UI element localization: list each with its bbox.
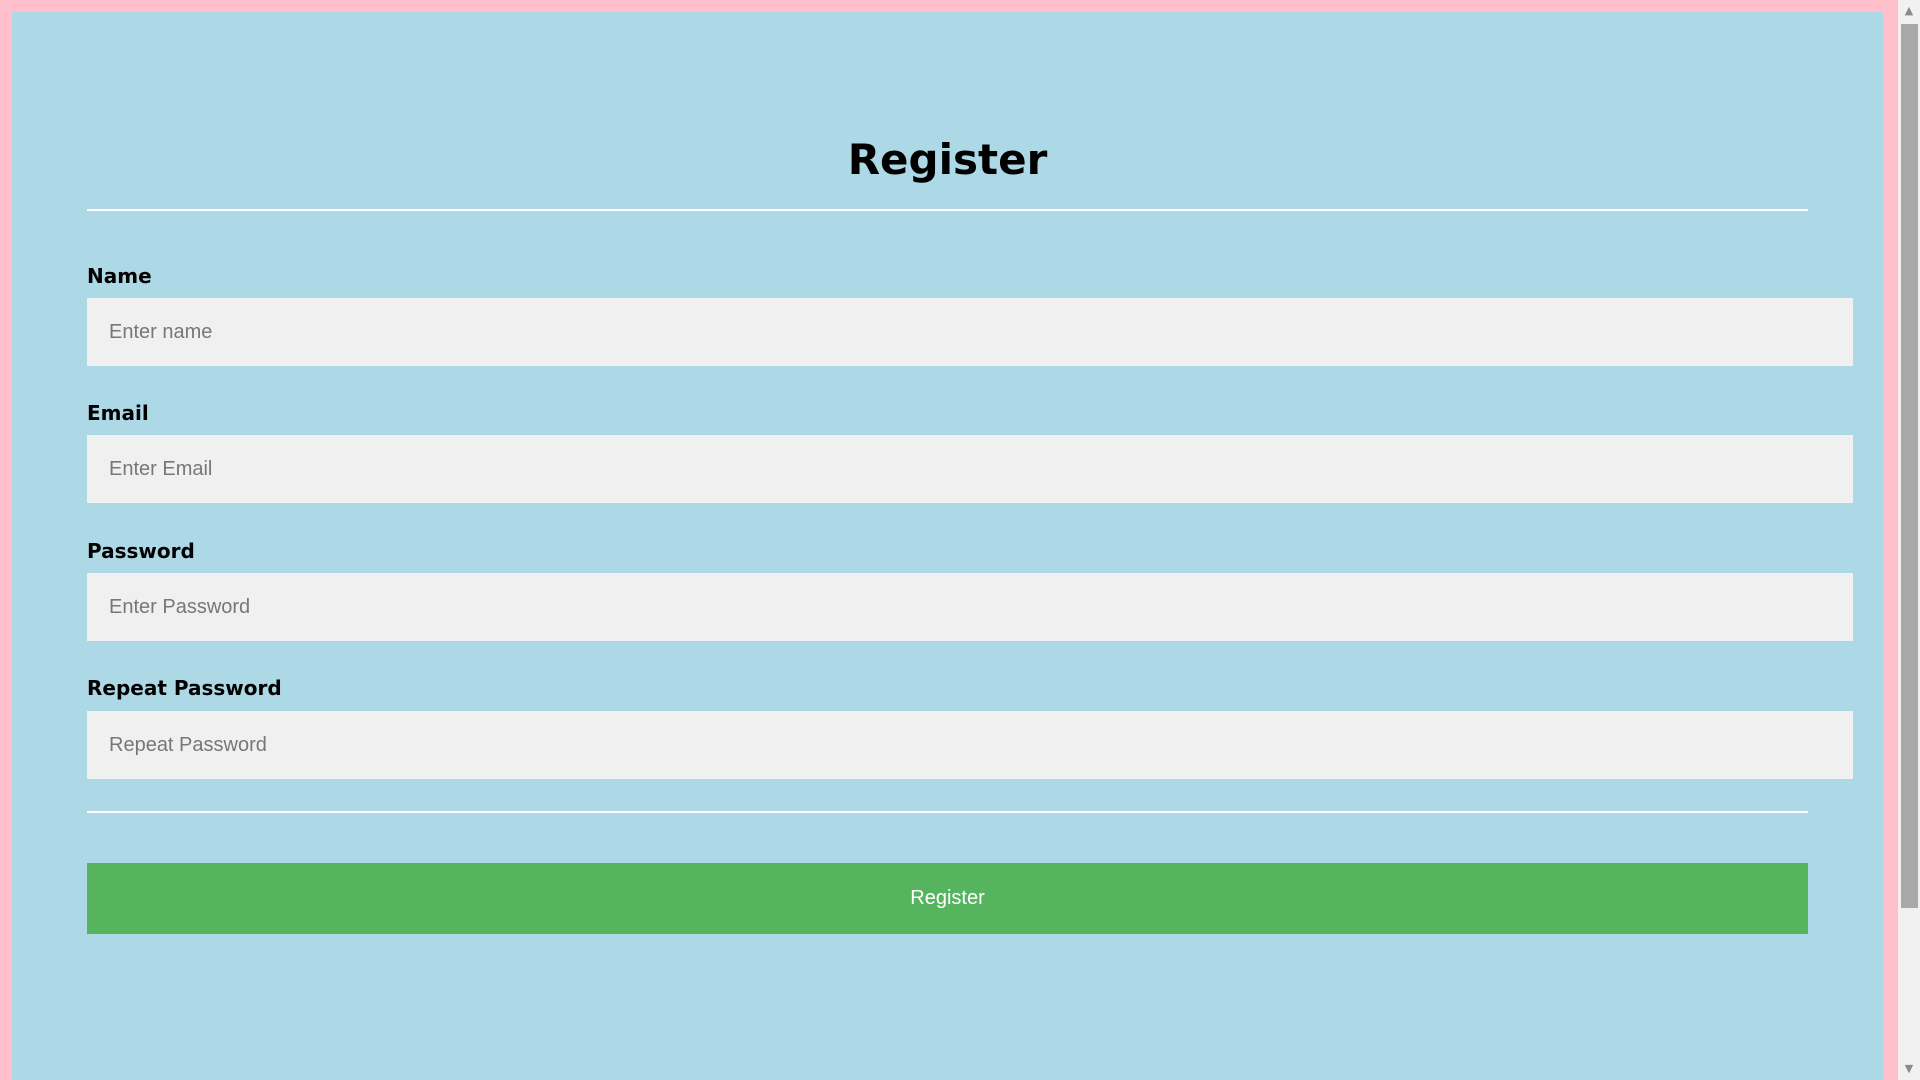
scrollbar-thumb[interactable]	[1901, 24, 1918, 908]
chevron-up-icon[interactable]: ▲	[1898, 0, 1920, 22]
vertical-scrollbar[interactable]: ▲ ▼	[1898, 0, 1920, 1080]
page-background: Register Name Email Password Repeat Pass…	[0, 0, 1898, 1080]
password-label: Password	[87, 539, 195, 563]
repeat-password-label: Repeat Password	[87, 676, 282, 700]
top-divider	[87, 209, 1808, 211]
register-form: Register Name Email Password Repeat Pass…	[12, 12, 1883, 1080]
register-button[interactable]: Register	[87, 863, 1808, 934]
chevron-down-icon[interactable]: ▼	[1898, 1058, 1920, 1080]
name-input[interactable]	[87, 298, 1853, 366]
email-label: Email	[87, 401, 149, 425]
password-input[interactable]	[87, 573, 1853, 641]
repeat-password-input[interactable]	[87, 711, 1853, 779]
name-label: Name	[87, 264, 152, 288]
email-input[interactable]	[87, 435, 1853, 503]
bottom-divider	[87, 811, 1808, 813]
page-title: Register	[847, 135, 1048, 184]
